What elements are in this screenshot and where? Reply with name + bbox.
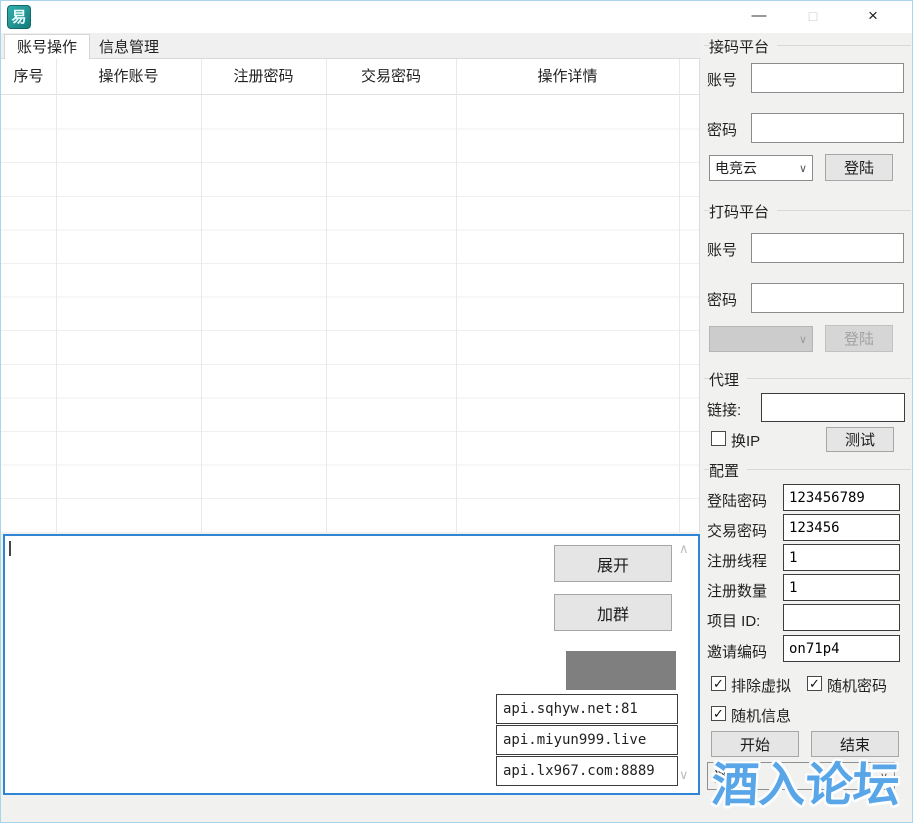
column-divider [679,59,680,532]
column-divider [201,59,202,532]
captcha-platform-title: 打码平台 [709,201,777,222]
sms-platform-title: 接码平台 [709,36,777,57]
api-endpoint-box[interactable]: api.lx967.com:8889 [496,756,678,786]
sms-password-label: 密码 [707,119,737,140]
start-button[interactable]: 开始 [711,731,799,757]
sms-account-input[interactable] [751,63,904,93]
config-title: 配置 [709,460,747,481]
col-header-account[interactable]: 操作账号 [56,59,201,95]
proxy-link-input[interactable] [761,393,905,422]
config-reg-count-label: 注册数量 [707,580,767,601]
col-header-trade-password[interactable]: 交易密码 [326,59,456,95]
invite-combobox-label: 邀请 [714,766,744,787]
sms-password-input[interactable] [751,113,904,143]
app-window: 易 — □ × 账号操作 信息管理 序号 操作账号 注册密码 交易密码 操作详情… [0,0,913,823]
api-endpoint-box[interactable]: api.miyun999.live [496,725,678,755]
config-invite-code-label: 邀请编码 [707,641,767,662]
sms-login-button[interactable]: 登陆 [825,154,893,181]
end-button[interactable]: 结束 [811,731,899,757]
captcha-provider-dropdown: ∨ [709,326,813,352]
join-group-button[interactable]: 加群 [554,594,672,631]
column-divider [456,59,457,532]
proxy-title: 代理 [709,369,747,390]
captcha-account-input[interactable] [751,233,904,263]
config-login-password-label: 登陆密码 [707,490,767,511]
change-ip-checkbox[interactable] [711,431,726,446]
proxy-test-button[interactable]: 测试 [826,427,894,452]
proxy-link-label: 链接: [707,399,741,420]
chevron-down-icon: ∨ [799,333,807,346]
random-info-checkbox[interactable]: ✓ [711,706,726,721]
tab-account-operations[interactable]: 账号操作 [4,34,90,60]
chevron-down-icon: ∨ [880,770,888,783]
col-header-details[interactable]: 操作详情 [456,59,679,95]
tab-info-management[interactable]: 信息管理 [87,37,171,59]
config-trade-password-label: 交易密码 [707,520,767,541]
config-project-id-label: 项目 ID: [707,610,760,631]
exclude-virtual-label[interactable]: 排除虚拟 [731,675,791,696]
scroll-up-icon[interactable]: ∧ [679,541,689,557]
config-project-id-input[interactable] [783,604,900,631]
tab-strip: 账号操作 信息管理 [1,33,700,59]
account-table[interactable]: 序号 操作账号 注册密码 交易密码 操作详情 [1,59,700,532]
config-reg-count-input[interactable] [783,574,900,601]
column-divider [56,59,57,532]
qr-placeholder-box [566,651,676,690]
api-endpoint-box[interactable]: api.sqhyw.net:81 [496,694,678,724]
change-ip-label[interactable]: 换IP [731,430,760,451]
captcha-login-button: 登陆 [825,325,893,352]
column-divider [326,59,327,532]
captcha-account-label: 账号 [707,239,737,260]
expand-button[interactable]: 展开 [554,545,672,582]
captcha-password-label: 密码 [707,289,737,310]
col-header-reg-password[interactable]: 注册密码 [201,59,326,95]
text-caret [9,541,11,556]
config-invite-code-input[interactable] [783,635,900,662]
title-bar: 易 — □ × [1,1,912,33]
minimize-button[interactable]: — [736,1,782,33]
app-logo-icon: 易 [7,5,31,29]
config-reg-threads-input[interactable] [783,544,900,571]
maximize-button[interactable]: □ [790,1,836,33]
captcha-password-input[interactable] [751,283,904,313]
sms-account-label: 账号 [707,69,737,90]
table-body-empty-rows [1,96,699,532]
col-header-index[interactable]: 序号 [1,59,56,95]
config-reg-threads-label: 注册线程 [707,550,767,571]
close-button[interactable]: × [850,1,896,33]
config-login-password-input[interactable] [783,484,900,511]
exclude-virtual-checkbox[interactable]: ✓ [711,676,726,691]
table-header-row: 序号 操作账号 注册密码 交易密码 操作详情 [1,59,699,95]
config-trade-password-input[interactable] [783,514,900,541]
invite-combobox[interactable]: 邀请 ∨ [707,762,895,790]
scroll-down-icon[interactable]: ∨ [679,767,689,783]
random-password-checkbox[interactable]: ✓ [807,676,822,691]
sms-provider-dropdown[interactable]: 电竞云 ∨ [709,155,813,181]
random-info-label[interactable]: 随机信息 [731,705,791,726]
sms-provider-selected: 电竞云 [715,158,757,178]
chevron-down-icon: ∨ [799,162,807,175]
random-password-label[interactable]: 随机密码 [827,675,887,696]
